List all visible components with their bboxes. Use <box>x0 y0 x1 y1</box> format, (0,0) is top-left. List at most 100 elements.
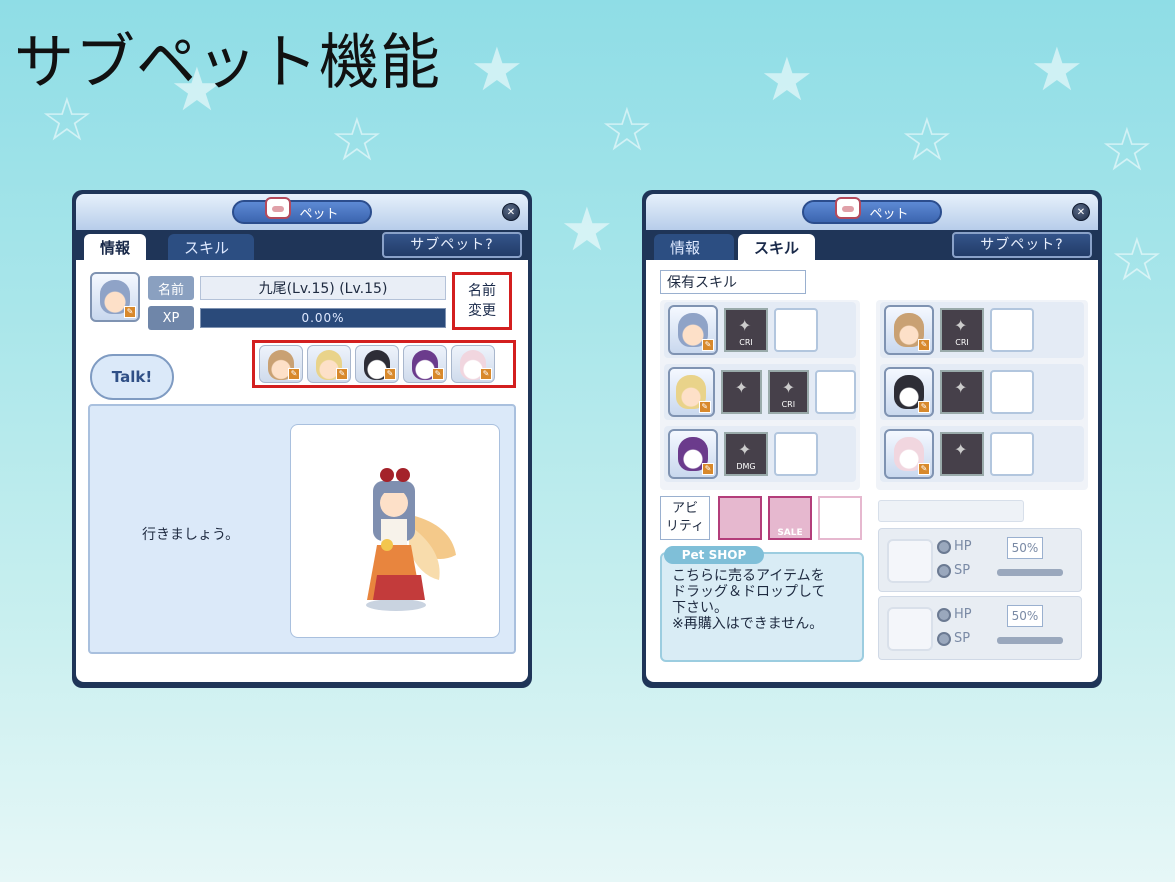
skill-row: ✎ DMG <box>664 426 856 482</box>
pet-window-info: ペット ✕ 情報 スキル サブペット? ✎ 名前 九尾(Lv.15) (Lv.1… <box>72 190 532 688</box>
skill-slot-empty[interactable] <box>990 308 1034 352</box>
sp-label: SP <box>954 631 971 646</box>
percent-field[interactable]: 50% <box>1007 605 1043 627</box>
skill-target-icon[interactable] <box>940 370 984 414</box>
close-icon[interactable]: ✕ <box>502 203 520 221</box>
info-panel: ✎ 名前 九尾(Lv.15) (Lv.15) XP 0.00% 名前 変更 ✎ … <box>76 260 528 682</box>
ability-slot-empty[interactable] <box>818 496 862 540</box>
skill-slot-empty[interactable] <box>774 308 818 352</box>
edit-badge-icon: ✎ <box>432 368 444 380</box>
shop-line: こちらに売るアイテムを <box>672 568 825 584</box>
pet-emblem-icon <box>265 197 292 219</box>
sub-skill-column: ✎ CRI ✎ ✎ <box>876 300 1088 490</box>
radio-icon <box>937 539 951 554</box>
background-star: ☆ <box>1100 115 1154 185</box>
skill-panel: 保有スキル ✎ CRI ✎ CRI ✎ DMG ✎ CRI <box>646 260 1098 682</box>
hp-radio[interactable]: HP <box>937 539 972 554</box>
subpet-help-button[interactable]: サブペット? <box>382 232 522 258</box>
skill-row: ✎ <box>880 426 1084 482</box>
ability-label: アビ リティ <box>660 496 710 540</box>
tab-skill[interactable]: スキル <box>738 234 816 264</box>
ability-sale-icon[interactable]: SALE <box>768 496 812 540</box>
xp-label: XP <box>148 306 194 330</box>
edit-badge-icon: ✎ <box>288 368 300 380</box>
name-label: 名前 <box>148 276 194 300</box>
owned-skills-label: 保有スキル <box>660 270 806 294</box>
shop-line: ※再購入はできません。 <box>672 616 824 632</box>
tab-bar: 情報 スキル サブペット? <box>646 230 1098 264</box>
subpet-slot[interactable]: ✎ <box>403 345 447 383</box>
window-titlebar[interactable]: ペット ✕ <box>76 194 528 230</box>
background-star: ☆ <box>900 105 954 175</box>
hp-label: HP <box>954 607 972 622</box>
window-title-text: ペット <box>299 206 339 222</box>
radio-icon <box>937 607 951 622</box>
sp-label: SP <box>954 563 971 578</box>
ability-bag-icon[interactable] <box>718 496 762 540</box>
edit-badge-icon: ✎ <box>124 306 136 318</box>
pet-shop-instructions: こちらに売るアイテムを ドラッグ＆ドロップして 下さい。 ※再購入はできません。 <box>672 568 854 632</box>
edit-badge-icon: ✎ <box>384 368 396 380</box>
pet-portrait[interactable]: ✎ <box>668 367 715 417</box>
pet-portrait[interactable]: ✎ <box>884 367 934 417</box>
close-icon[interactable]: ✕ <box>1072 203 1090 221</box>
dialog-text: 行きましょう。 <box>142 527 240 543</box>
rename-label-line1: 名前 <box>468 283 496 299</box>
sp-radio[interactable]: SP <box>937 631 970 646</box>
skill-slot-empty[interactable] <box>814 370 856 414</box>
subpet-help-button[interactable]: サブペット? <box>952 232 1092 258</box>
tab-skill[interactable]: スキル <box>168 234 254 260</box>
rename-button[interactable]: 名前 変更 <box>452 272 512 330</box>
radio-icon <box>937 631 951 646</box>
edit-badge-icon: ✎ <box>698 401 711 413</box>
auto-item-slot[interactable] <box>887 607 933 651</box>
pet-emblem-icon <box>835 197 862 219</box>
hp-radio[interactable]: HP <box>937 607 972 622</box>
background-star: ☆ <box>600 95 654 165</box>
subpet-slot[interactable]: ✎ <box>355 345 399 383</box>
skill-cri-icon[interactable]: CRI <box>767 370 809 414</box>
percent-field[interactable]: 50% <box>1007 537 1043 559</box>
subpet-slot[interactable]: ✎ <box>307 345 351 383</box>
rename-label-line2: 変更 <box>468 303 496 319</box>
skill-row: ✎ <box>880 364 1084 420</box>
skill-cri-icon[interactable]: CRI <box>940 308 984 352</box>
tab-info[interactable]: 情報 <box>84 234 147 264</box>
edit-badge-icon: ✎ <box>480 368 492 380</box>
skill-slot-empty[interactable] <box>774 432 818 476</box>
auto-item-slot[interactable] <box>887 539 933 583</box>
pet-portrait[interactable]: ✎ <box>668 305 718 355</box>
subpet-slot[interactable]: ✎ <box>451 345 495 383</box>
skill-cri-icon[interactable]: CRI <box>724 308 768 352</box>
sp-radio[interactable]: SP <box>937 563 970 578</box>
edit-badge-icon: ✎ <box>702 339 714 351</box>
pet-character-icon <box>366 468 456 611</box>
pet-portrait[interactable]: ✎ <box>884 429 934 479</box>
main-pet-portrait[interactable]: ✎ <box>90 272 140 322</box>
pet-window-skill: ペット ✕ 情報 スキル サブペット? 保有スキル ✎ CRI ✎ CRI ✎ … <box>642 190 1102 688</box>
skill-row: ✎ CRI <box>664 302 856 358</box>
skill-slot-empty[interactable] <box>990 370 1034 414</box>
pet-portrait[interactable]: ✎ <box>884 305 934 355</box>
shop-line: ドラッグ＆ドロップして <box>672 584 826 600</box>
hp-label: HP <box>954 539 972 554</box>
edit-badge-icon: ✎ <box>918 401 930 413</box>
pet-shop-dropzone[interactable]: Pet SHOP こちらに売るアイテムを ドラッグ＆ドロップして 下さい。 ※再… <box>660 546 864 662</box>
radio-icon <box>937 563 951 578</box>
skill-slot-empty[interactable] <box>990 432 1034 476</box>
skill-dmg-icon[interactable]: DMG <box>724 432 768 476</box>
talk-button[interactable]: Talk! <box>90 354 174 400</box>
main-skill-column: ✎ CRI ✎ CRI ✎ DMG <box>660 300 860 490</box>
window-titlebar[interactable]: ペット ✕ <box>646 194 1098 230</box>
percent-slider[interactable] <box>997 569 1063 576</box>
subpet-slot[interactable]: ✎ <box>259 345 303 383</box>
skill-scan-icon[interactable] <box>940 432 984 476</box>
skill-group-icon[interactable] <box>720 370 762 414</box>
pet-name-field: 九尾(Lv.15) (Lv.15) <box>200 276 446 300</box>
tab-info[interactable]: 情報 <box>654 234 734 260</box>
skill-row: ✎ CRI <box>664 364 856 420</box>
pet-portrait[interactable]: ✎ <box>668 429 718 479</box>
background-star: ☆ <box>330 105 384 175</box>
percent-slider[interactable] <box>997 637 1063 644</box>
skill-row: ✎ CRI <box>880 302 1084 358</box>
